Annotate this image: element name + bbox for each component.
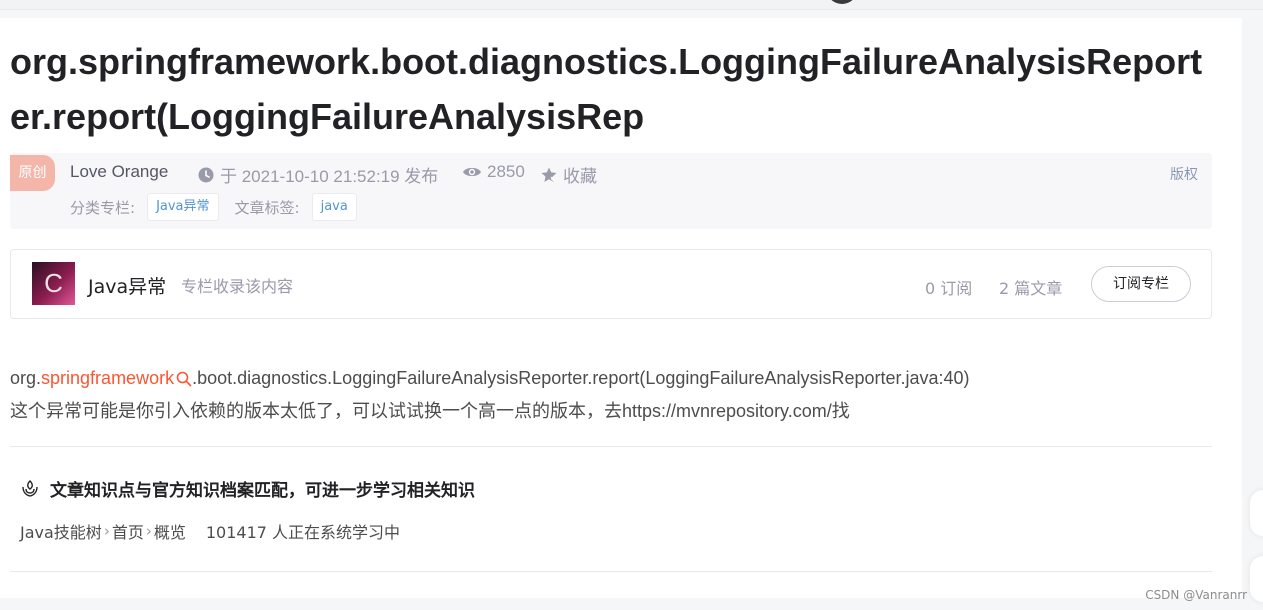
user-avatar[interactable] — [826, 0, 858, 4]
column-description: 专栏收录该内容 — [181, 277, 294, 296]
original-badge: 原创 — [10, 155, 55, 191]
article-body: org.springframework .boot.diagnostics.Log… — [10, 362, 1210, 428]
divider — [10, 446, 1212, 447]
knowledge-title-text: 文章知识点与官方知识档案匹配，可进一步学习相关知识 — [50, 481, 475, 501]
subscribe-column-button[interactable]: 订阅专栏 — [1091, 266, 1191, 302]
body-prefix: org. — [10, 368, 42, 388]
copyright-link[interactable]: 版权 — [1170, 164, 1198, 184]
chevron-right-icon: › — [145, 522, 152, 540]
clock-icon — [198, 167, 214, 182]
favorite-label: 收藏 — [563, 167, 597, 186]
column-article-count: 2 篇文章 — [999, 279, 1063, 298]
view-count: 2850 — [462, 162, 525, 182]
publish-time-text: 于 2021-10-10 21:52:19 发布 — [220, 167, 439, 186]
top-toolbar — [0, 0, 1263, 10]
search-icon[interactable] — [176, 371, 192, 387]
divider — [10, 571, 1212, 572]
article-meta: 原创 Love Orange 于 2021-10-10 21:52:19 发布 … — [10, 153, 1212, 229]
side-float-button[interactable] — [1250, 556, 1263, 602]
publish-time: 于 2021-10-10 21:52:19 发布 — [198, 162, 438, 187]
watermark: CSDN @Vanranrr — [1145, 588, 1247, 602]
tags-label: 文章标签: — [234, 198, 300, 217]
column-subscribers: 0 订阅 — [925, 279, 973, 298]
article-paragraph-1: org.springframework .boot.diagnostics.Log… — [10, 362, 1210, 395]
tags-row: 分类专栏: Java异常 文章标签: java — [70, 193, 373, 221]
author-name[interactable]: Love Orange — [70, 162, 168, 182]
learners-count: 101417 人正在系统学习中 — [205, 523, 401, 542]
crumb-java-skill-tree[interactable]: Java技能树 — [20, 519, 102, 543]
article-paragraph-2: 这个异常可能是你引入依赖的版本太低了，可以试试换一个高一点的版本，去https:… — [10, 401, 850, 421]
star-icon — [541, 167, 557, 182]
column-card[interactable]: C Java异常 专栏收录该内容 0 订阅 2 篇文章 订阅专栏 — [10, 249, 1212, 319]
category-tag[interactable]: Java异常 — [147, 193, 219, 221]
body-suffix: .boot.diagnostics.LoggingFailureAnalysis… — [192, 368, 970, 388]
side-float-button[interactable] — [1250, 490, 1263, 536]
keyword-link[interactable]: springframework — [41, 368, 174, 388]
article-title: org.springframework.boot.diagnostics.Log… — [10, 41, 1203, 137]
article-tag[interactable]: java — [311, 193, 357, 221]
chevron-right-icon: › — [103, 522, 110, 540]
column-cover[interactable]: C — [32, 262, 75, 305]
view-count-text: 2850 — [487, 162, 525, 181]
column-name[interactable]: Java异常 — [88, 272, 166, 299]
crumb-overview[interactable]: 概览 — [154, 519, 186, 543]
category-label: 分类专栏: — [70, 198, 136, 217]
knowledge-path: Java技能树 › 首页 › 概览 101417 人正在系统学习中 — [20, 519, 400, 543]
knowledge-icon — [22, 479, 38, 497]
eye-icon — [463, 167, 481, 177]
favorite-button[interactable]: 收藏 — [540, 162, 597, 187]
crumb-home[interactable]: 首页 — [112, 519, 144, 543]
knowledge-title: 文章知识点与官方知识档案匹配，可进一步学习相关知识 — [20, 476, 475, 501]
